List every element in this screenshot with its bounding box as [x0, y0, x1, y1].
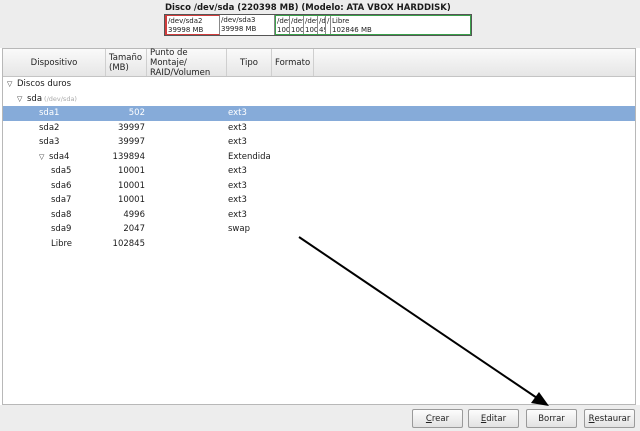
type-cell: ext3	[228, 166, 247, 176]
device-cell: sda3	[39, 135, 59, 150]
size-cell: 4996	[123, 209, 145, 220]
device-cell: sda2	[39, 121, 59, 136]
type-cell: ext3	[228, 180, 247, 191]
type-cell: swap	[228, 224, 250, 234]
device-name: sda1	[39, 108, 60, 118]
size-cell: 10001	[117, 180, 145, 191]
device-name: sda	[27, 93, 43, 104]
column-type[interactable]: Tipo	[227, 49, 272, 76]
segment-sda2[interactable]: /dev/sda2 39998 MB	[165, 15, 221, 35]
device-name: sda9	[51, 224, 72, 234]
size-cell: 39997	[117, 137, 145, 147]
device-name: sda4	[49, 151, 70, 162]
type-cell: ext3	[228, 209, 247, 220]
table-row[interactable]: sda9 2047 swap	[3, 222, 635, 237]
device-cell: sda8	[51, 208, 71, 223]
segment-sda8[interactable]: /d 49	[318, 16, 326, 34]
segment-sda5[interactable]: /dev 100	[276, 16, 290, 34]
table-row[interactable]: ▽ Discos duros	[3, 77, 635, 92]
device-cell: sda6	[51, 179, 71, 194]
device-name: sda2	[39, 122, 60, 133]
device-path: (/dev/sda)	[44, 94, 77, 103]
type-cell: ext3	[228, 195, 247, 205]
button-bar: Crear Editar Borrar Restaurar	[0, 405, 640, 431]
size-cell: 39997	[117, 122, 145, 133]
size-cell: 139894	[112, 151, 145, 162]
table-header: Dispositivo Tamaño (MB) Punto de Montaje…	[3, 48, 635, 78]
reset-button[interactable]: Restaurar	[584, 409, 635, 428]
disk-partition-map[interactable]: /dev/sda2 39998 MB /dev/sda3 39998 MB /d…	[164, 14, 472, 36]
device-name: Discos duros	[17, 79, 72, 89]
device-name: sda5	[51, 166, 72, 176]
column-device[interactable]: Dispositivo	[3, 49, 106, 76]
device-cell: ▽ sda4	[39, 150, 69, 165]
device-name: sda8	[51, 209, 72, 220]
size-cell: 102845	[112, 238, 145, 249]
table-row[interactable]: ▽ sda4 139894 Extendida	[3, 150, 635, 165]
size-cell: 10001	[117, 195, 145, 205]
size-cell: 10001	[117, 166, 145, 176]
segment-sda7[interactable]: /dev 100	[304, 16, 318, 34]
expander-icon[interactable]: ▽	[7, 77, 17, 92]
partition-table[interactable]: Dispositivo Tamaño (MB) Punto de Montaje…	[2, 48, 636, 405]
table-row[interactable]: Libre 102845	[3, 237, 635, 252]
table-row[interactable]: sda5 10001 ext3	[3, 164, 635, 179]
device-cell: sda7	[51, 193, 71, 208]
device-cell: Libre	[51, 237, 72, 252]
expander-icon[interactable]: ▽	[39, 150, 49, 165]
size-cell: 502	[128, 108, 145, 118]
column-size[interactable]: Tamaño (MB)	[106, 49, 147, 76]
device-name: sda6	[51, 180, 72, 191]
table-row[interactable]: sda3 39997 ext3	[3, 135, 635, 150]
device-name: Libre	[51, 238, 73, 249]
table-row[interactable]: sda2 39997 ext3	[3, 121, 635, 136]
delete-button[interactable]: Borrar	[526, 409, 577, 428]
device-cell: sda9	[51, 222, 71, 237]
segment-extended[interactable]: /dev 100 /dev 100 /dev 100 /d 49 / Libre	[275, 15, 471, 35]
type-cell: Extendida	[228, 151, 271, 162]
column-mount[interactable]: Punto de Montaje/ RAID/Volumen	[147, 48, 227, 78]
expander-icon[interactable]: ▽	[17, 92, 27, 107]
edit-button[interactable]: Editar	[468, 409, 519, 428]
device-cell: sda5	[51, 164, 71, 179]
size-cell: 2047	[123, 224, 145, 234]
device-name: sda7	[51, 195, 72, 205]
segment-free[interactable]: Libre 102846 MB	[331, 16, 470, 34]
type-cell: ext3	[228, 137, 247, 147]
table-row[interactable]: sda6 10001 ext3	[3, 179, 635, 194]
disk-overview: Disco /dev/sda (220398 MB) (Modelo: ATA …	[0, 0, 640, 48]
type-cell: ext3	[228, 108, 247, 118]
device-cell: ▽ Discos duros	[7, 77, 71, 92]
disk-title: Disco /dev/sda (220398 MB) (Modelo: ATA …	[165, 3, 451, 13]
table-row[interactable]: ▽ sda (/dev/sda)	[3, 92, 635, 107]
table-row[interactable]: sda7 10001 ext3	[3, 193, 635, 208]
table-row[interactable]: sda8 4996 ext3	[3, 208, 635, 223]
table-row[interactable]: sda1 502 ext3	[3, 106, 635, 121]
segment-sda6[interactable]: /dev 100	[290, 16, 304, 34]
table-body: ▽ Discos duros ▽ sda (/dev/sda) sda1 502 ext3 sd…	[3, 77, 635, 251]
device-cell: sda1	[39, 106, 59, 121]
type-cell: ext3	[228, 122, 247, 133]
create-button[interactable]: Crear	[412, 409, 463, 428]
column-format[interactable]: Formato	[272, 49, 314, 76]
segment-sda3[interactable]: /dev/sda3 39998 MB	[220, 15, 275, 35]
device-name: sda3	[39, 137, 60, 147]
device-cell: ▽ sda (/dev/sda)	[17, 92, 77, 107]
